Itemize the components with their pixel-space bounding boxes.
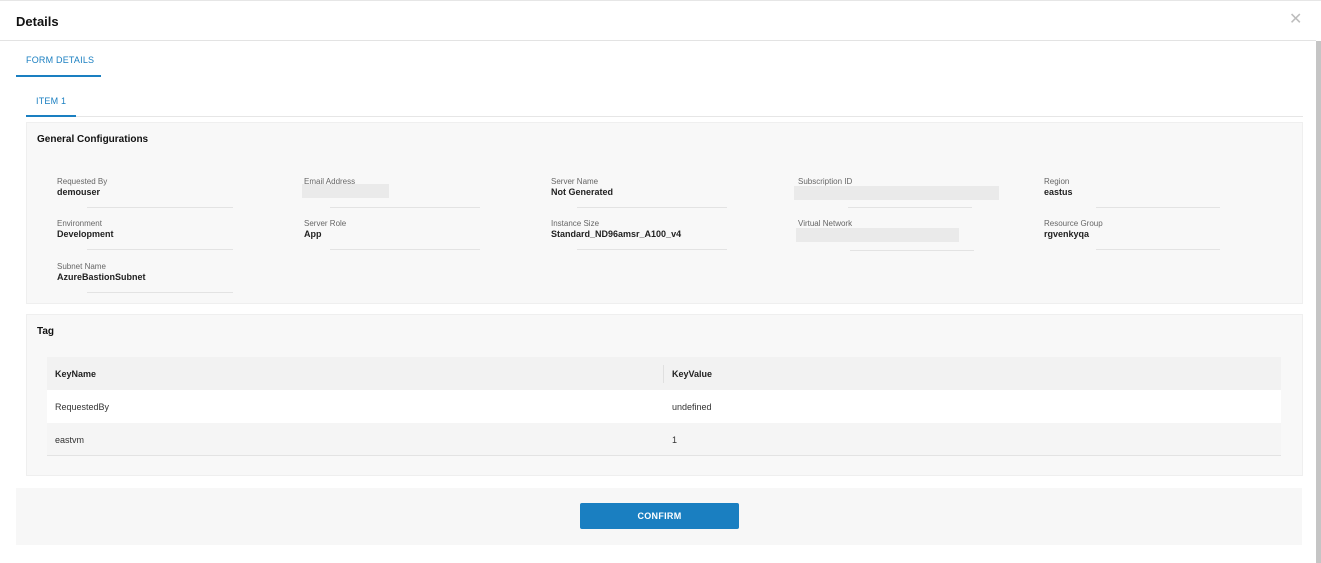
tag-table: KeyName KeyValue RequestedBy undefined e… xyxy=(47,357,1281,457)
field-server-role: Server Role App xyxy=(304,219,484,250)
dialog-title: Details xyxy=(16,14,59,29)
field-label: Region xyxy=(1044,177,1070,186)
details-dialog: Details ✕ FORM DETAILS ITEM 1 General Co… xyxy=(0,0,1321,563)
tab-separator xyxy=(76,116,1303,117)
field-server-name: Server Name Not Generated xyxy=(551,177,731,208)
field-underline xyxy=(848,207,972,208)
field-label: Instance Size xyxy=(551,219,600,228)
tab-form-details-underline xyxy=(16,75,101,77)
column-header-keyvalue[interactable]: KeyValue xyxy=(672,369,712,379)
redacted-value-mask xyxy=(794,186,999,200)
field-email-address: Email Address xyxy=(302,177,484,208)
tab-item-1[interactable]: ITEM 1 xyxy=(36,96,66,106)
cell-value: undefined xyxy=(672,402,712,412)
field-value: demouser xyxy=(57,187,101,197)
field-subnet-name: Subnet Name AzureBastionSubnet xyxy=(57,262,237,293)
field-requested-by: Requested By demouser xyxy=(57,177,237,208)
field-instance-size: Instance Size Standard_ND96amsr_A100_v4 xyxy=(551,219,731,250)
field-underline xyxy=(850,250,974,251)
dialog-footer: CONFIRM xyxy=(16,488,1302,545)
cell-key: RequestedBy xyxy=(55,402,110,412)
tab-item-1-underline xyxy=(26,115,76,117)
field-value: Not Generated xyxy=(551,187,614,197)
field-underline xyxy=(1096,207,1220,208)
table-row: eastvm 1 xyxy=(47,423,1281,456)
field-region: Region eastus xyxy=(1044,177,1224,208)
field-virtual-network: Virtual Network xyxy=(796,219,1008,251)
table-header: KeyName KeyValue xyxy=(47,357,1281,390)
confirm-button[interactable]: CONFIRM xyxy=(580,503,739,529)
field-value: eastus xyxy=(1044,187,1073,197)
field-underline xyxy=(330,207,480,208)
field-underline xyxy=(577,207,727,208)
cell-value: 1 xyxy=(672,435,678,445)
field-label: Subscription ID xyxy=(798,177,853,186)
general-configurations-title: General Configurations xyxy=(37,134,149,145)
field-label: Server Name xyxy=(551,177,599,186)
cell-key: eastvm xyxy=(55,435,85,445)
field-underline xyxy=(87,292,233,293)
field-value: App xyxy=(304,229,322,239)
field-underline xyxy=(87,249,233,250)
scrollbar-edge[interactable] xyxy=(1316,41,1321,563)
column-header-keyname[interactable]: KeyName xyxy=(55,369,96,379)
field-label: Server Role xyxy=(304,219,347,228)
field-environment: Environment Development xyxy=(57,219,237,250)
close-icon[interactable]: ✕ xyxy=(1289,12,1302,28)
field-underline xyxy=(577,249,727,250)
table-row: RequestedBy undefined xyxy=(47,390,1281,423)
field-value: AzureBastionSubnet xyxy=(57,272,146,282)
field-underline xyxy=(87,207,233,208)
field-value: Standard_ND96amsr_A100_v4 xyxy=(551,229,682,239)
dialog-header: Details ✕ xyxy=(0,2,1316,41)
field-label: Environment xyxy=(57,219,102,228)
field-value: Development xyxy=(57,229,114,239)
column-divider xyxy=(663,365,664,383)
field-value: rgvenkyqa xyxy=(1044,229,1090,239)
field-label: Requested By xyxy=(57,177,108,186)
redacted-value-mask xyxy=(302,184,389,198)
redacted-value-mask xyxy=(796,228,959,242)
tag-title: Tag xyxy=(37,326,55,337)
field-underline xyxy=(330,249,480,250)
field-label: Resource Group xyxy=(1044,219,1103,228)
field-resource-group: Resource Group rgvenkyqa xyxy=(1044,219,1224,250)
tab-form-details[interactable]: FORM DETAILS xyxy=(26,55,94,65)
field-label: Virtual Network xyxy=(798,219,853,228)
field-underline xyxy=(1096,249,1220,250)
field-subscription-id: Subscription ID xyxy=(794,177,1008,208)
field-label: Subnet Name xyxy=(57,262,106,271)
